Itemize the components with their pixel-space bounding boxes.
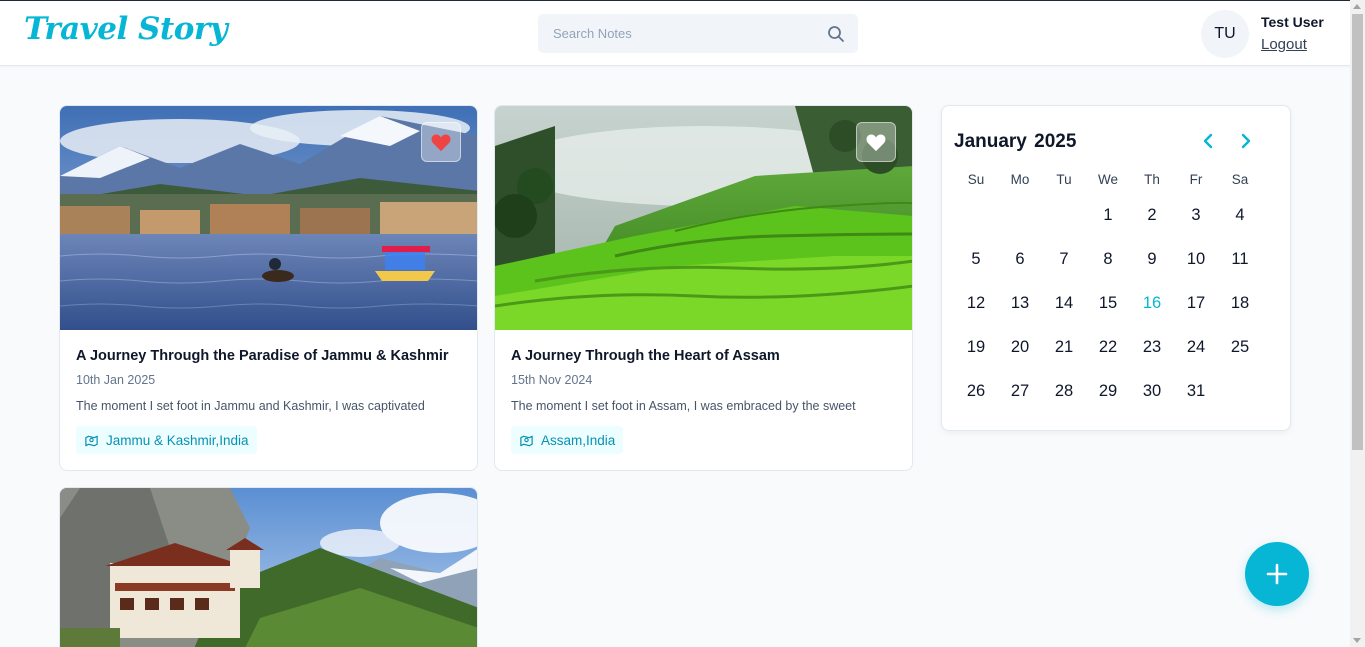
calendar-day[interactable]: 30 (1130, 369, 1174, 413)
calendar-day[interactable]: 8 (1086, 237, 1130, 281)
map-pin-icon (85, 435, 98, 446)
calendar-day[interactable]: 25 (1218, 325, 1262, 369)
weekday-label: Sa (1231, 172, 1249, 187)
calendar-day[interactable]: 15 (1086, 281, 1130, 325)
calendar-day[interactable]: 14 (1042, 281, 1086, 325)
location-chip: Jammu & Kashmir,India (76, 426, 257, 454)
calendar-grid: Su Mo Tu We Th Fr Sa 1 2 3 4 5 6 7 8 9 10 11 12 13 14… (954, 169, 1262, 457)
calendar-day[interactable]: 27 (998, 369, 1042, 413)
navbar: Travel Story TU Test User Logout (0, 0, 1350, 66)
user-name: Test User (1261, 14, 1324, 30)
calendar-day[interactable]: 13 (998, 281, 1042, 325)
map-pin-icon (520, 435, 533, 446)
app-logo[interactable]: Travel Story (24, 11, 228, 47)
chevron-right-icon[interactable] (1238, 132, 1254, 150)
calendar-year: 2025 (1034, 131, 1077, 152)
scroll-down-arrow[interactable] (1353, 638, 1361, 643)
calendar-day[interactable]: 26 (954, 369, 998, 413)
avatar: TU (1201, 10, 1249, 58)
calendar-empty-cell (998, 193, 1042, 237)
search-bar (538, 14, 858, 53)
weekday-label: Fr (1189, 172, 1203, 187)
logout-button[interactable]: Logout (1261, 36, 1307, 53)
story-title: A Journey Through the Paradise of Jammu … (76, 348, 449, 364)
search-icon[interactable] (826, 24, 846, 44)
story-card[interactable] (59, 487, 478, 647)
weekday-label: Su (967, 172, 985, 187)
chevron-left-icon[interactable] (1200, 132, 1216, 150)
favourite-button[interactable] (421, 122, 461, 162)
story-date: 15th Nov 2024 (511, 373, 593, 387)
calendar-day[interactable]: 20 (998, 325, 1042, 369)
calendar-empty-cell (954, 193, 998, 237)
lake-houseboats-image (60, 106, 477, 330)
weekday-label: We (1097, 172, 1118, 187)
calendar-day[interactable]: 28 (1042, 369, 1086, 413)
location-label: Jammu & Kashmir,India (106, 432, 249, 448)
calendar-day[interactable]: 7 (1042, 237, 1086, 281)
scroll-thumb[interactable] (1352, 14, 1363, 450)
calendar-day[interactable]: 18 (1218, 281, 1262, 325)
calendar-day[interactable]: 9 (1130, 237, 1174, 281)
calendar-day[interactable]: 10 (1174, 237, 1218, 281)
heart-icon (431, 134, 451, 152)
calendar: January 2025 Su Mo Tu We Th Fr Sa 123456… (941, 105, 1291, 431)
calendar-day[interactable]: 21 (1042, 325, 1086, 369)
calendar-day[interactable]: 17 (1174, 281, 1218, 325)
story-excerpt: The moment I set foot in Jammu and Kashm… (76, 399, 425, 413)
tea-garden-image (495, 106, 912, 330)
location-chip: Assam,India (511, 426, 624, 454)
weekday-label: Tu (1056, 172, 1072, 187)
location-label: Assam,India (541, 432, 616, 448)
favourite-button[interactable] (856, 122, 896, 162)
calendar-day[interactable]: 11 (1218, 237, 1262, 281)
calendar-day[interactable]: 6 (998, 237, 1042, 281)
search-input[interactable] (538, 14, 818, 53)
add-story-button[interactable] (1245, 542, 1309, 606)
calendar-day[interactable]: 12 (954, 281, 998, 325)
calendar-day[interactable]: 24 (1174, 325, 1218, 369)
calendar-month: January (954, 131, 1027, 152)
weekday-label: Mo (1010, 172, 1030, 187)
calendar-day[interactable]: 3 (1174, 193, 1218, 237)
story-card[interactable]: A Journey Through the Heart of Assam 15t… (494, 105, 913, 471)
calendar-day[interactable]: 22 (1086, 325, 1130, 369)
page-scrollbar[interactable] (1350, 0, 1365, 647)
calendar-day[interactable]: 31 (1174, 369, 1218, 413)
calendar-day[interactable]: 23 (1130, 325, 1174, 369)
weekday-label: Th (1144, 172, 1160, 187)
calendar-day-today[interactable]: 16 (1130, 281, 1174, 325)
calendar-day[interactable]: 2 (1130, 193, 1174, 237)
calendar-day[interactable]: 19 (954, 325, 998, 369)
heart-icon (866, 134, 886, 152)
calendar-day[interactable]: 5 (954, 237, 998, 281)
story-date: 10th Jan 2025 (76, 373, 156, 387)
story-card[interactable]: A Journey Through the Paradise of Jammu … (59, 105, 478, 471)
story-excerpt: The moment I set foot in Assam, I was em… (511, 399, 856, 413)
calendar-day[interactable]: 4 (1218, 193, 1262, 237)
plus-icon (1266, 563, 1288, 585)
calendar-empty-cell (1042, 193, 1086, 237)
calendar-day[interactable]: 1 (1086, 193, 1130, 237)
scroll-up-arrow[interactable] (1353, 4, 1361, 9)
story-title: A Journey Through the Heart of Assam (511, 348, 780, 364)
calendar-month-year: January 2025 (954, 131, 1076, 153)
cliff-monastery-image (60, 488, 477, 647)
calendar-day[interactable]: 29 (1086, 369, 1130, 413)
